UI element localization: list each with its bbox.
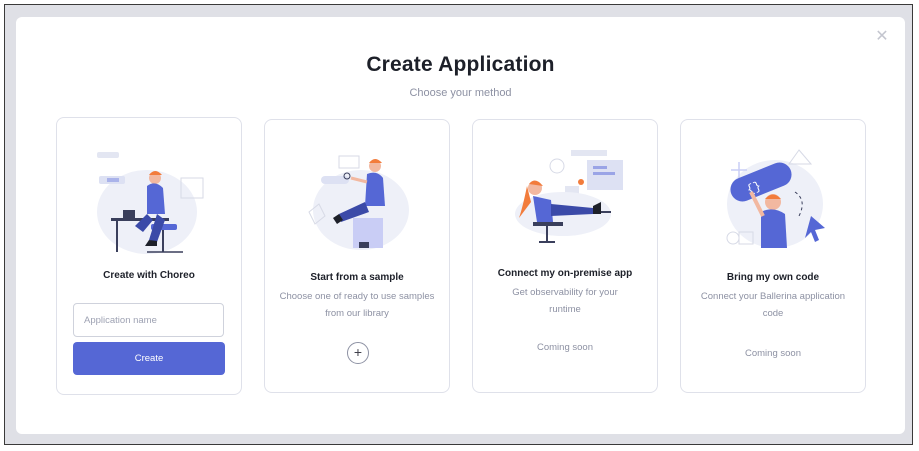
card-start-from-sample[interactable]: Start from a sample Choose one of ready … (264, 119, 450, 393)
coming-soon-label: Coming soon (745, 348, 801, 359)
card-connect-on-premise-app: Connect my on-premise app Get observabil… (472, 119, 658, 393)
create-button[interactable]: Create (73, 342, 225, 375)
person-with-code-illustration: {} (726, 149, 825, 248)
application-name-input[interactable] (73, 303, 224, 337)
card-title: Start from a sample (310, 272, 404, 283)
card-description: Get observability for your runtime (512, 287, 618, 315)
dialog-subtitle: Choose your method (409, 87, 512, 99)
window-frame: ✕ Create Application Choose your method (4, 4, 913, 445)
relaxed-person-illustration (515, 150, 623, 243)
person-with-samples-illustration (308, 155, 409, 250)
card-title: Create with Choreo (103, 270, 195, 281)
card-title: Bring my own code (726, 272, 820, 283)
developer-at-desk-illustration (97, 152, 204, 254)
card-description: Choose one of ready to use samples from … (279, 291, 435, 319)
card-bring-own-code: {} Bring my own code Connect your Baller… (680, 119, 866, 393)
card-create-with-choreo: Create with Choreo Create (56, 117, 242, 395)
card-title: Connect my on-premise app (497, 268, 633, 279)
coming-soon-label: Coming soon (537, 342, 593, 353)
close-icon[interactable]: ✕ (874, 29, 890, 45)
plus-icon[interactable]: + (347, 342, 369, 364)
card-description: Connect your Ballerina application code (700, 291, 846, 319)
dialog-title: Create Application (366, 53, 555, 76)
create-application-dialog: ✕ Create Application Choose your method (16, 17, 905, 434)
